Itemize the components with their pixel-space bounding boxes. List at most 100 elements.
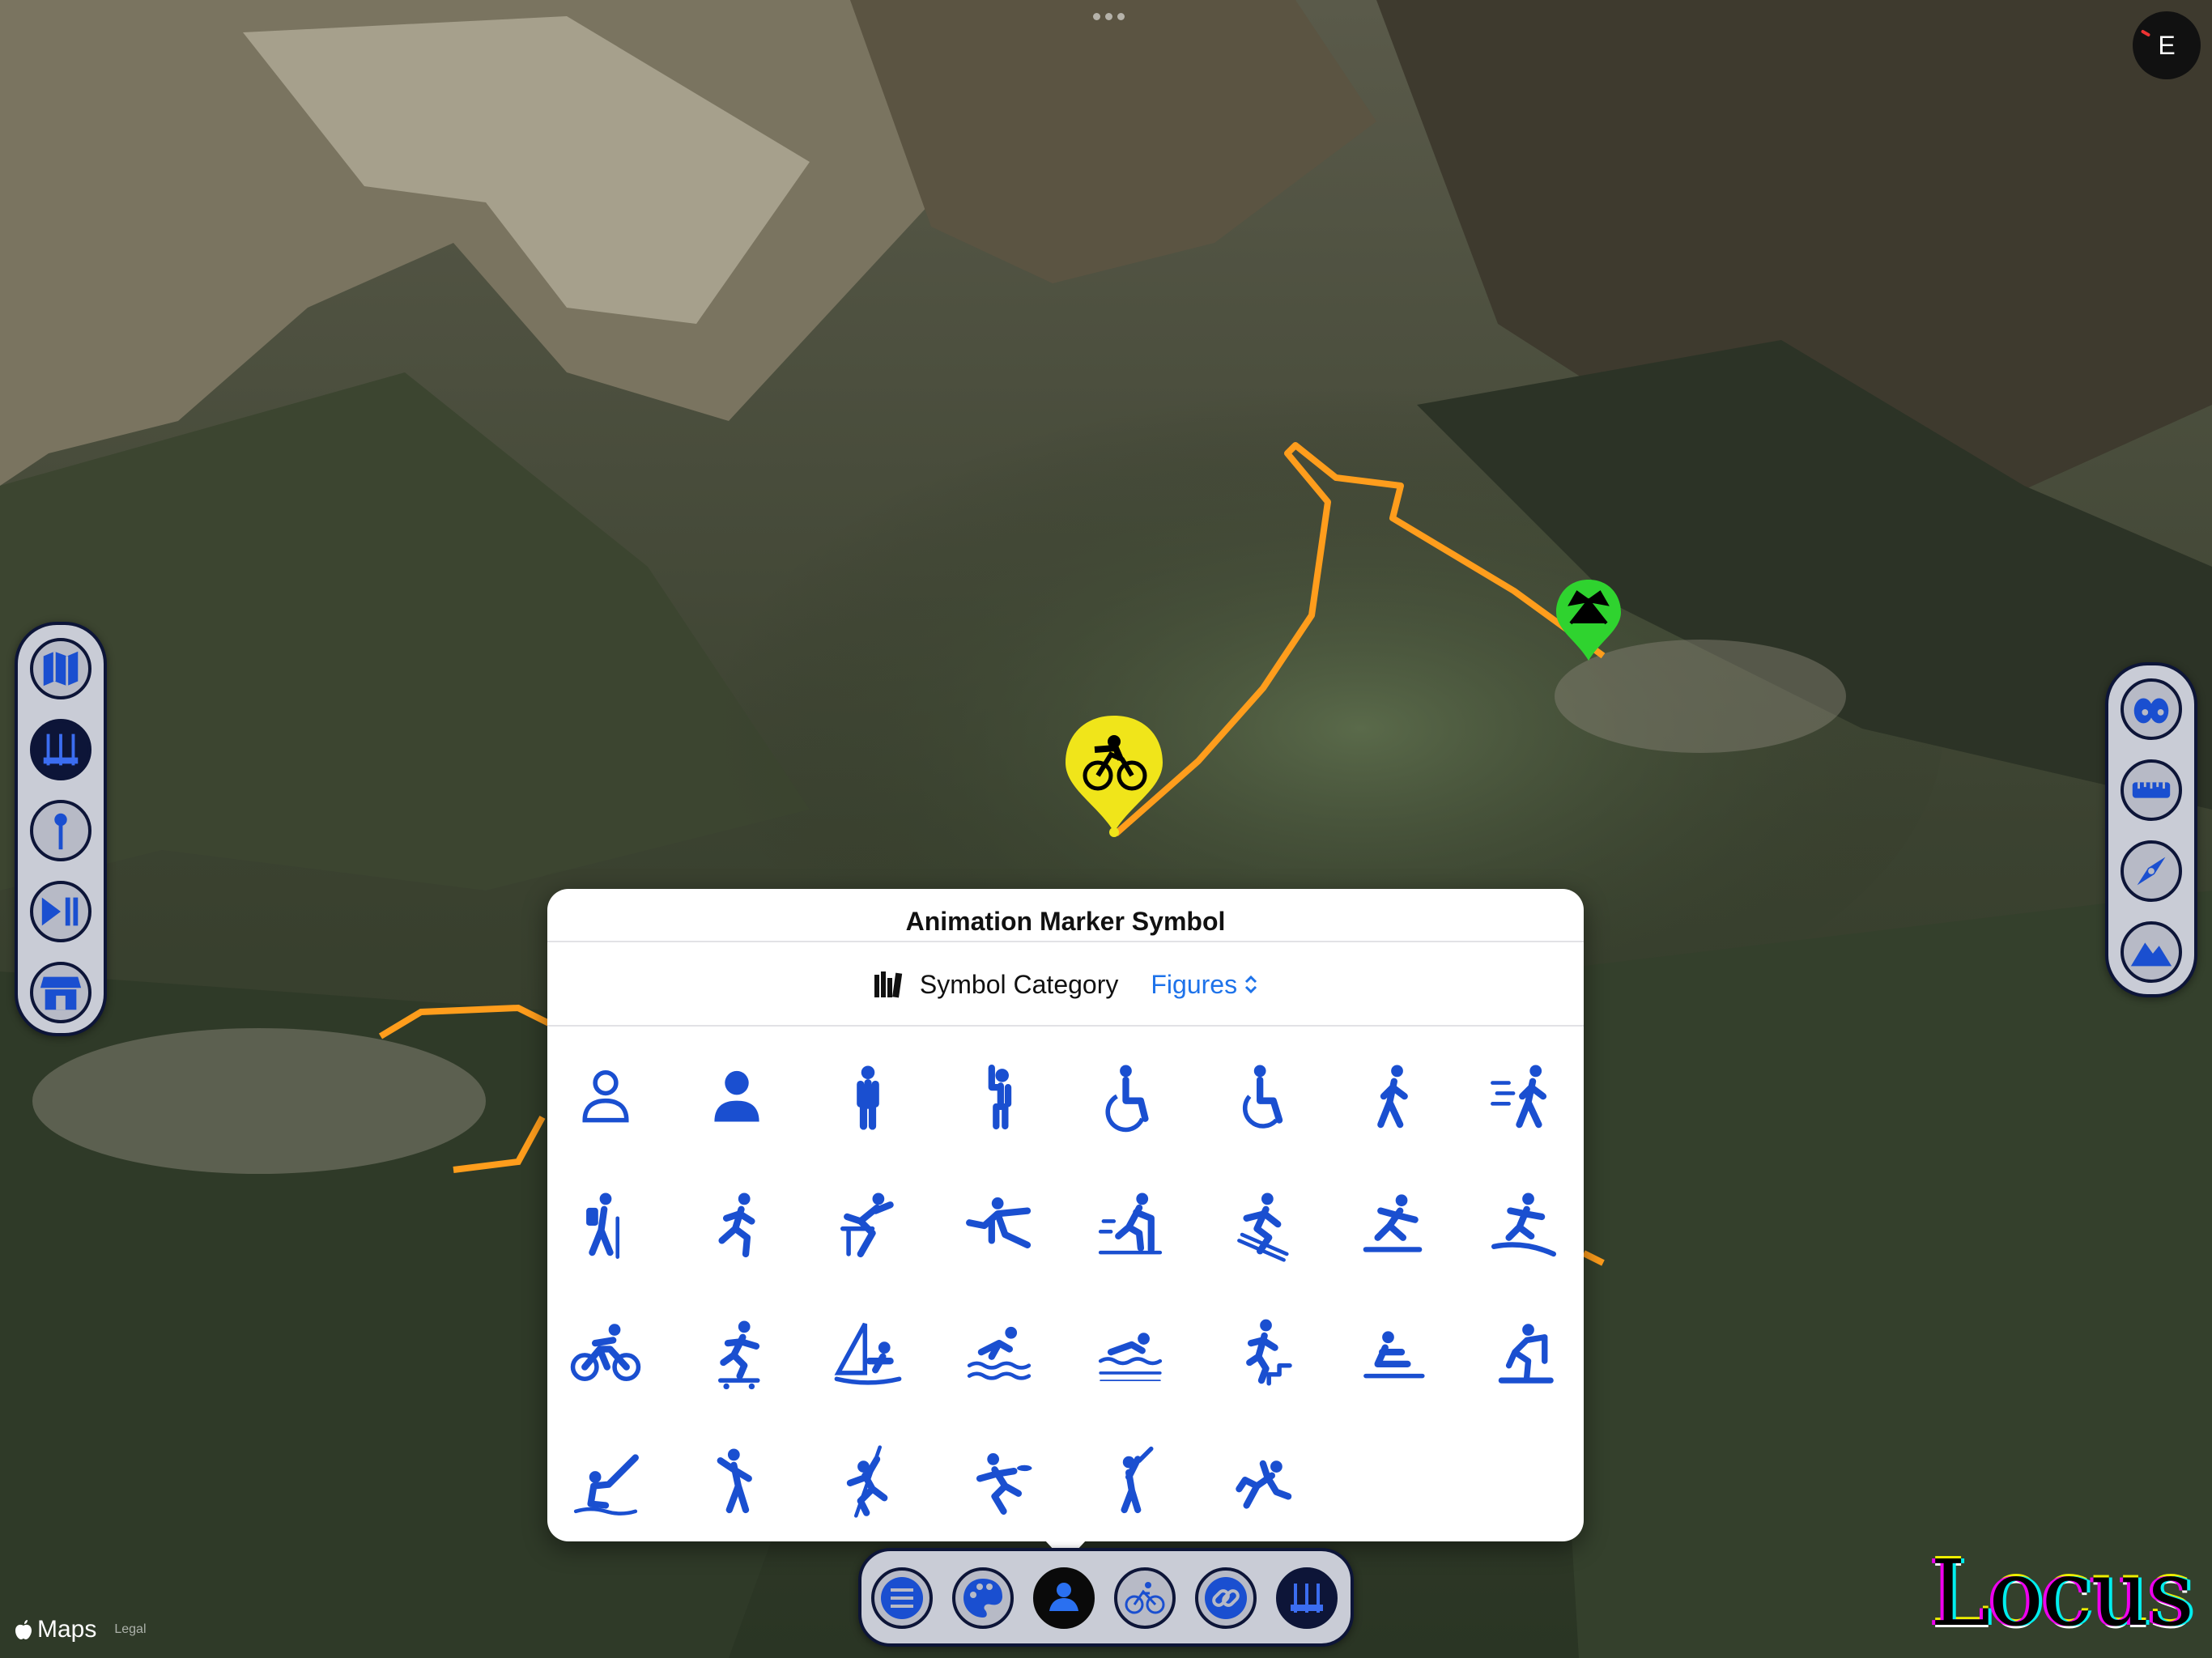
symbol-picker-popover: Animation Marker Symbol Symbol Category …: [547, 889, 1584, 1541]
store-button[interactable]: [30, 962, 91, 1023]
finish-flag-marker-pin[interactable]: [1553, 576, 1624, 670]
symbol-fishing[interactable]: [565, 1441, 646, 1522]
symbol-wheelchair[interactable]: [1090, 1057, 1171, 1138]
chevron-up-down-icon: [1245, 975, 1257, 994]
symbol-swimming[interactable]: [959, 1313, 1040, 1394]
wheelchair-motion-icon: [1242, 1065, 1283, 1129]
popover-title: Animation Marker Symbol: [905, 907, 1226, 936]
symbol-wheelchair-motion[interactable]: [1221, 1057, 1302, 1138]
measure-button[interactable]: [2121, 759, 2182, 821]
hurdles-icon: [840, 1192, 894, 1258]
navigate-button[interactable]: [2121, 840, 2182, 902]
symbol-person-arms-up[interactable]: [959, 1057, 1040, 1138]
cycling-icon: [570, 1324, 641, 1382]
storefront-icon: [40, 976, 82, 1010]
person-icon: [1049, 1583, 1078, 1611]
compass-icon: [2137, 857, 2166, 886]
falling-icon: [1236, 1460, 1292, 1509]
bottom-dock: [858, 1548, 1354, 1647]
stairs-icon: [1246, 1319, 1292, 1386]
style-button[interactable]: [952, 1567, 1014, 1629]
play-pause-button[interactable]: [30, 881, 91, 942]
symbol-figure-walk-motion[interactable]: [1483, 1057, 1564, 1138]
figure-walk-icon: [1377, 1065, 1408, 1129]
bicycle-icon: [1125, 1582, 1165, 1614]
left-toolbar: [15, 622, 107, 1036]
maps-label: Maps: [37, 1616, 97, 1643]
ruler-icon: [2132, 782, 2171, 798]
books-icon: [874, 971, 903, 998]
palette-icon: [963, 1579, 1002, 1618]
symbol-rowing[interactable]: [1352, 1313, 1433, 1394]
play-pause-icon: [41, 897, 79, 926]
compass-button[interactable]: E: [2133, 11, 2201, 79]
list-icon: [881, 1577, 923, 1619]
cross-country-skiing-icon: [1098, 1192, 1163, 1255]
symbol-surfing[interactable]: [1483, 1185, 1564, 1266]
guitar-tools-icon: [43, 733, 79, 766]
symbol-figure-walk[interactable]: [1352, 1057, 1433, 1138]
map-icon: [43, 651, 79, 687]
guitar-tools-icon: [1291, 1584, 1323, 1613]
skateboarding-icon: [718, 1320, 760, 1390]
symbol-category-label: Symbol Category: [919, 969, 1119, 999]
symbol-person-outline[interactable]: [565, 1057, 646, 1138]
link-icon: [1205, 1577, 1247, 1619]
fishing-icon: [573, 1454, 639, 1516]
activity-button[interactable]: [1114, 1567, 1176, 1629]
symbol-hurdles[interactable]: [827, 1185, 908, 1266]
indoor-cycle-icon: [1498, 1324, 1554, 1384]
symbol-skateboarding[interactable]: [696, 1313, 777, 1394]
martial-arts-icon: [966, 1197, 1032, 1249]
dance-icon: [717, 1448, 752, 1514]
symbol-category-dropdown[interactable]: Figures: [1151, 970, 1258, 1000]
symbol-pole-climbing[interactable]: [827, 1441, 908, 1522]
link-button[interactable]: [1195, 1567, 1257, 1629]
symbol-falling[interactable]: [1221, 1441, 1302, 1522]
rowing-icon: [1363, 1331, 1425, 1379]
tools-dock-button[interactable]: [1276, 1567, 1338, 1629]
swimming-icon: [967, 1326, 1032, 1380]
symbol-indoor-cycle[interactable]: [1483, 1313, 1564, 1394]
symbol-pool-swimming[interactable]: [1090, 1313, 1171, 1394]
map-style-button[interactable]: [30, 638, 91, 699]
symbol-baseball[interactable]: [1090, 1441, 1171, 1522]
symbol-sailing[interactable]: [827, 1313, 908, 1394]
tools-button[interactable]: [30, 719, 91, 780]
symbol-cycling[interactable]: [565, 1313, 646, 1394]
terrain-button[interactable]: [2121, 921, 2182, 983]
frisbee-icon: [976, 1453, 1032, 1515]
cycling-marker-pin[interactable]: [1062, 709, 1166, 843]
pin-icon: [54, 813, 67, 850]
mountains-icon: [2130, 942, 2172, 967]
pin-button[interactable]: [30, 800, 91, 861]
legal-link[interactable]: Legal: [114, 1622, 146, 1637]
symbol-downhill-skiing[interactable]: [1221, 1185, 1302, 1266]
look-around-button[interactable]: [2121, 678, 2182, 740]
symbol-category-value: Figures: [1151, 969, 1238, 999]
apple-maps-attribution[interactable]: Maps Legal: [15, 1616, 147, 1643]
surfing-icon: [1491, 1192, 1557, 1257]
symbol-cross-country-skiing[interactable]: [1090, 1185, 1171, 1266]
list-button[interactable]: [871, 1567, 933, 1629]
locus-brand-logo: Locus: [1930, 1541, 2194, 1647]
pool-swimming-icon: [1098, 1333, 1163, 1382]
divider: [547, 941, 1584, 942]
symbol-category-row: Symbol Category Figures: [547, 962, 1584, 1007]
compass-heading-label: E: [2158, 30, 2176, 60]
symbol-snowboarding[interactable]: [1352, 1185, 1433, 1266]
symbol-person-fill[interactable]: [696, 1057, 777, 1138]
symbol-frisbee[interactable]: [959, 1441, 1040, 1522]
symbol-running[interactable]: [696, 1185, 777, 1266]
baseball-icon: [1121, 1446, 1154, 1514]
symbol-person-standing[interactable]: [827, 1057, 908, 1138]
symbol-stairs[interactable]: [1221, 1313, 1302, 1394]
symbol-martial-arts[interactable]: [959, 1185, 1040, 1266]
symbol-dance[interactable]: [696, 1441, 777, 1522]
downhill-skiing-icon: [1237, 1192, 1289, 1262]
symbol-hiking[interactable]: [565, 1185, 646, 1266]
person-standing-icon: [857, 1065, 879, 1130]
snowboarding-icon: [1363, 1194, 1423, 1252]
marker-symbol-button[interactable]: [1033, 1567, 1095, 1629]
page-indicator: [1093, 13, 1125, 20]
